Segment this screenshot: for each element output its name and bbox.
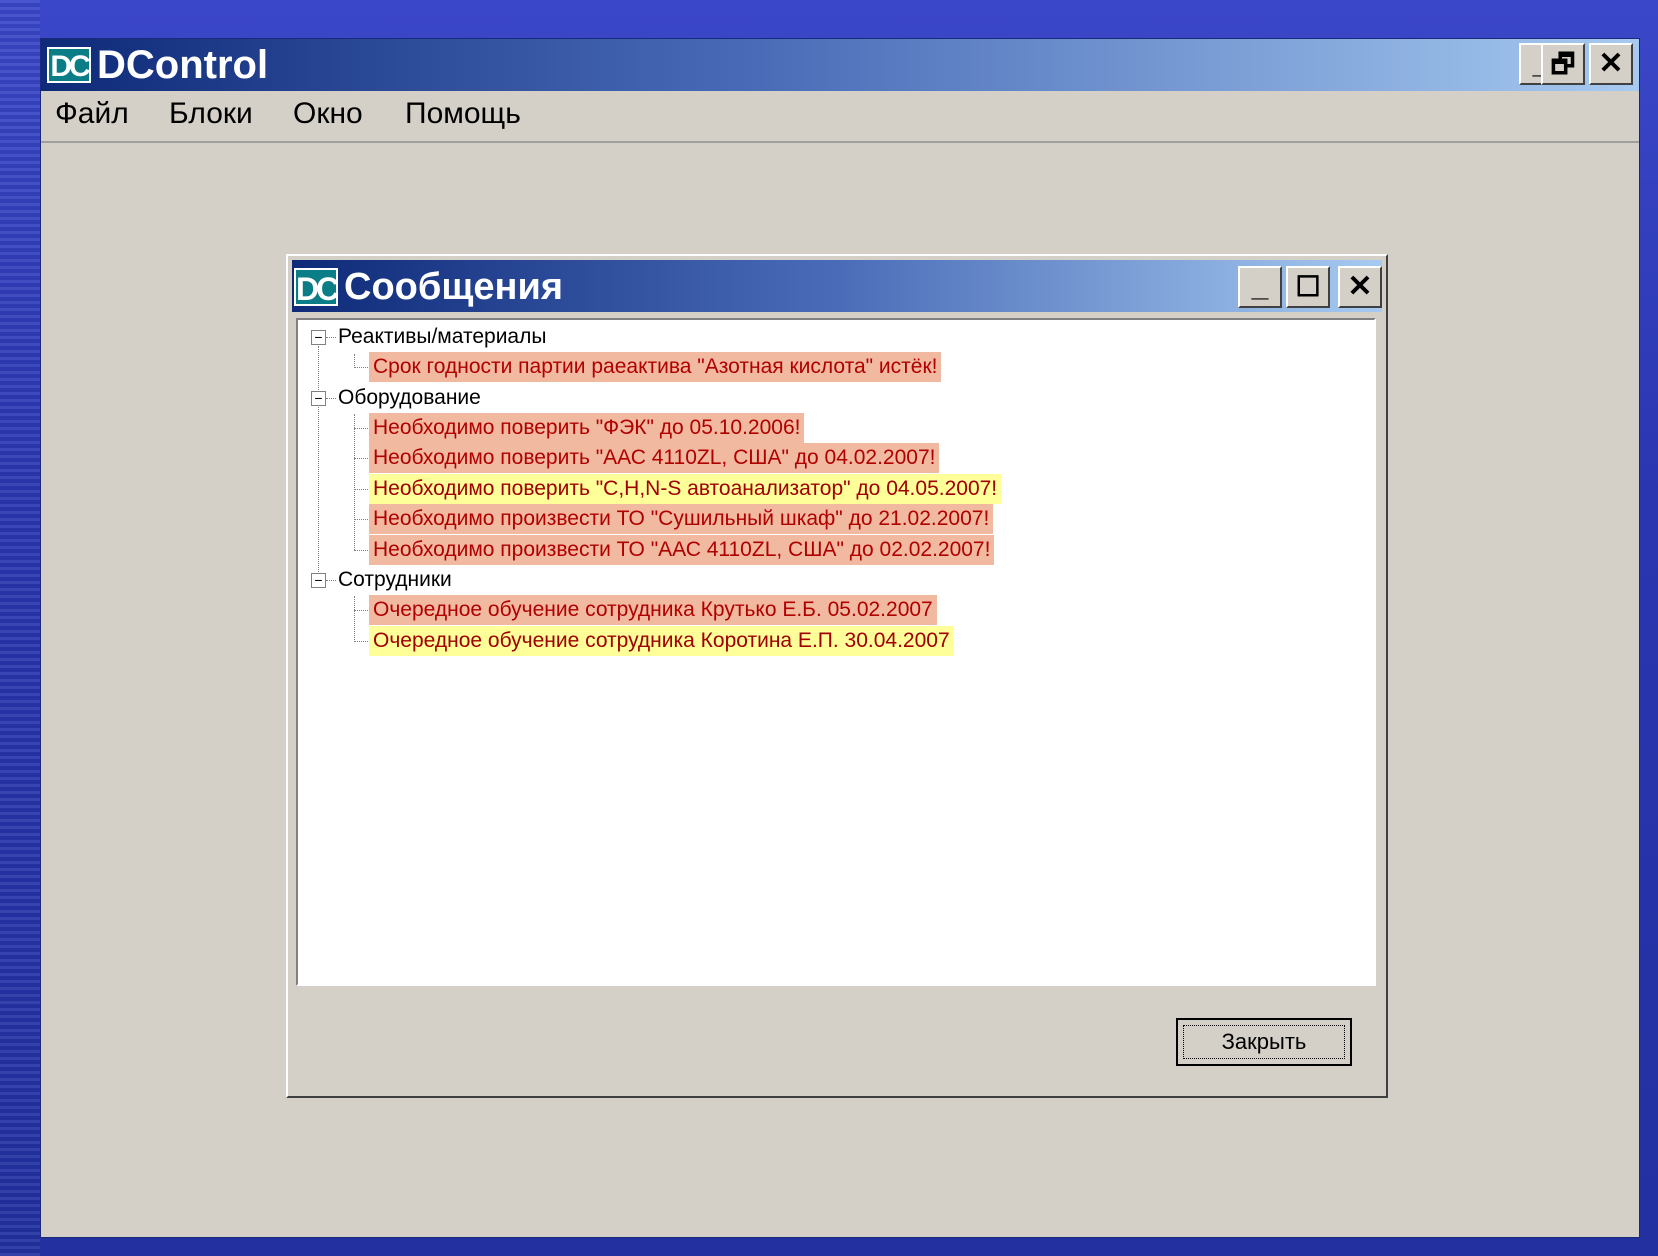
- message-item[interactable]: Необходимо произвести ТО "Сушильный шкаф…: [369, 504, 994, 534]
- tree-connector: [354, 641, 368, 642]
- tree-group-label[interactable]: Оборудование: [338, 383, 481, 413]
- tree-connector: [354, 458, 368, 459]
- message-item[interactable]: Необходимо произвести ТО "ААС 4110ZL, СШ…: [369, 535, 995, 565]
- tree-connector: [354, 519, 368, 520]
- tree-connector: [326, 398, 336, 399]
- message-item[interactable]: Срок годности партии раеактива "Азотная …: [369, 352, 942, 382]
- dialog-maximize-button[interactable]: ☐: [1286, 266, 1330, 308]
- desktop-background: [0, 0, 40, 1256]
- menu-bar: Файл Блоки Окно Помощь: [41, 91, 1639, 143]
- tree-group-label[interactable]: Реактивы/материалы: [338, 322, 546, 352]
- tree-connector: [354, 489, 368, 490]
- restore-button[interactable]: 🗗: [1541, 43, 1585, 85]
- message-item[interactable]: Очередное обучение сотрудника Крутько Е.…: [369, 595, 937, 625]
- message-item[interactable]: Очередное обучение сотрудника Коротина Е…: [369, 626, 954, 656]
- menu-file[interactable]: Файл: [55, 97, 129, 131]
- tree-connector: [354, 367, 368, 368]
- collapse-icon[interactable]: −: [311, 573, 326, 588]
- tree-connector: [354, 610, 368, 611]
- close-window-button[interactable]: ✕: [1589, 43, 1633, 85]
- app-title: DControl: [97, 43, 269, 87]
- tree-connector: [354, 414, 355, 550]
- messages-tree[interactable]: − Реактивы/материалы Срок годности парти…: [296, 318, 1376, 986]
- menu-blocks[interactable]: Блоки: [169, 97, 253, 131]
- message-item[interactable]: Необходимо поверить "ФЭК" до 05.10.2006!: [369, 413, 805, 443]
- restore-icon: 🗗: [1550, 49, 1576, 79]
- close-button[interactable]: Закрыть: [1176, 1018, 1352, 1066]
- tree-connector: [326, 337, 336, 338]
- tree-connector: [318, 346, 319, 586]
- dialog-logo-icon: DC: [294, 268, 339, 307]
- close-icon: ✕: [1598, 47, 1624, 80]
- main-title-bar[interactable]: DC DControl _ 🗗 ✕: [41, 39, 1639, 91]
- dialog-minimize-button[interactable]: _: [1238, 266, 1282, 308]
- messages-dialog: DC Сообщения _ ☐ ✕ − Реактивы/материалы …: [286, 254, 1388, 1098]
- menu-help[interactable]: Помощь: [405, 97, 521, 131]
- tree-connector: [354, 550, 368, 551]
- minimize-icon: _: [1251, 270, 1269, 303]
- collapse-icon[interactable]: −: [311, 391, 326, 406]
- tree-connector: [354, 354, 355, 366]
- collapse-icon[interactable]: −: [311, 330, 326, 345]
- tree-connector: [354, 428, 368, 429]
- dialog-title: Сообщения: [344, 266, 564, 308]
- close-button-label: Закрыть: [1221, 1029, 1307, 1054]
- message-item[interactable]: Необходимо поверить "ААС 4110ZL, США" до…: [369, 443, 940, 473]
- message-item[interactable]: Необходимо поверить "C,H,N-S автоанализа…: [369, 474, 1002, 504]
- maximize-icon: ☐: [1295, 271, 1321, 302]
- dialog-close-button[interactable]: ✕: [1338, 266, 1382, 308]
- menu-window[interactable]: Окно: [293, 97, 363, 131]
- close-icon: ✕: [1347, 270, 1373, 303]
- dialog-title-bar[interactable]: DC Сообщения _ ☐ ✕: [292, 260, 1382, 312]
- app-logo-icon: DC: [47, 47, 91, 83]
- tree-connector: [354, 596, 355, 640]
- tree-group-label[interactable]: Сотрудники: [338, 565, 452, 595]
- tree-connector: [326, 580, 336, 581]
